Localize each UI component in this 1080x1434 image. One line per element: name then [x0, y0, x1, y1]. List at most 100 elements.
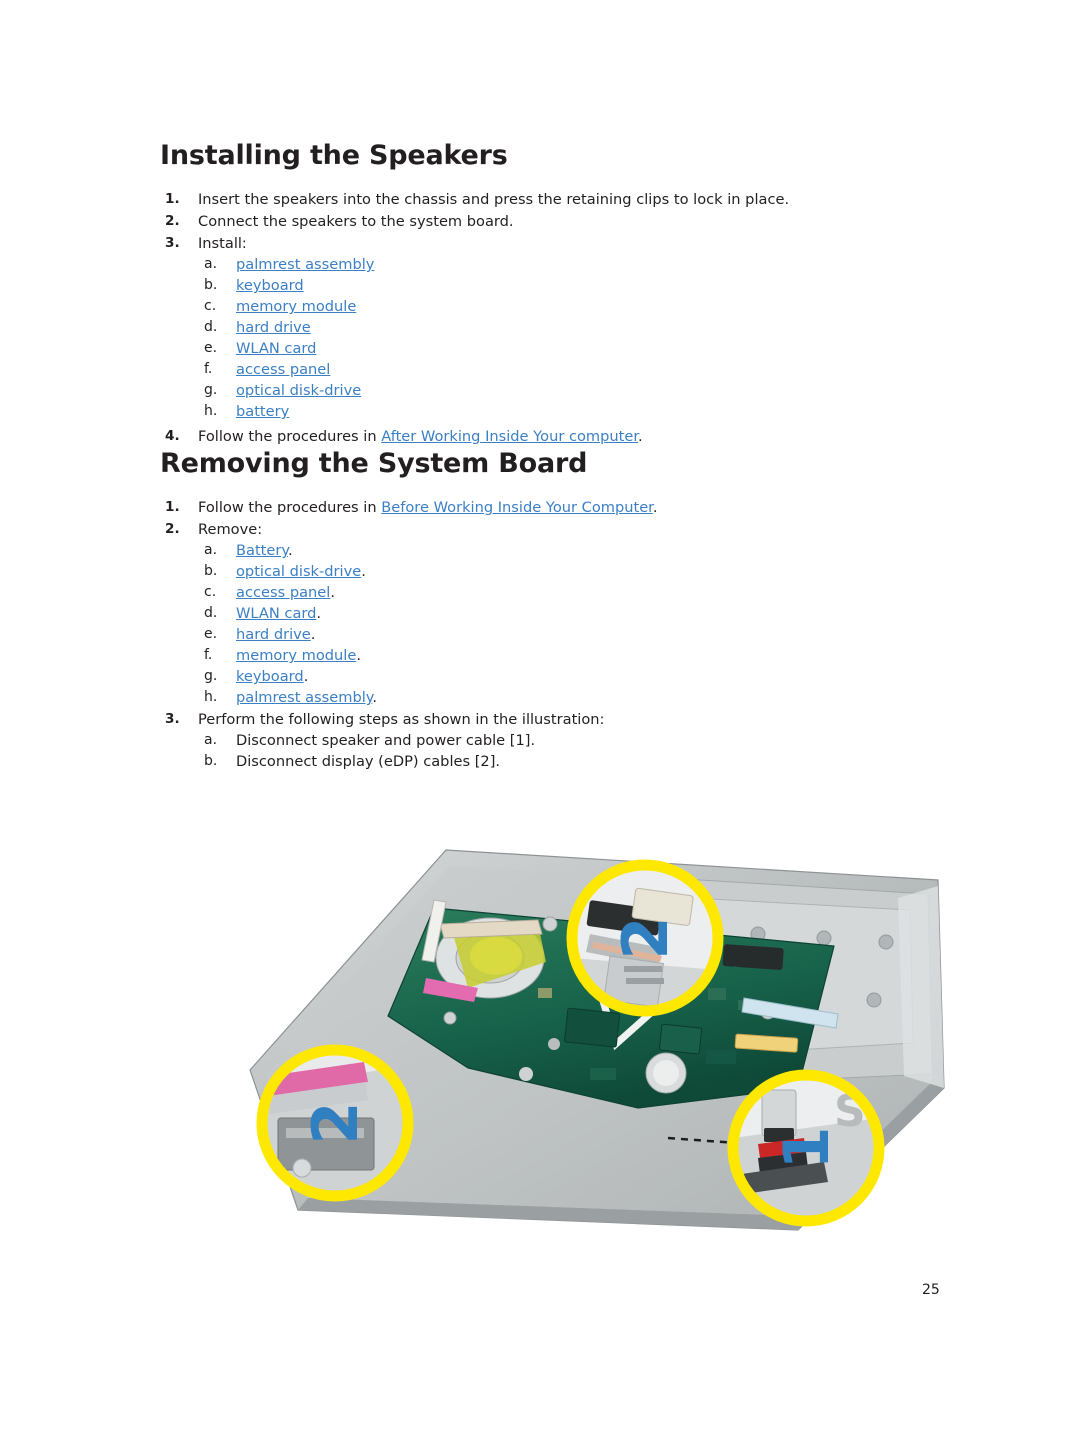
steps-list-installing-speakers: 1. Insert the speakers into the chassis …	[160, 189, 950, 447]
page-title-installing-speakers: Installing the Speakers	[160, 140, 508, 171]
sub-step-number: d.	[204, 605, 218, 621]
sub-step-number: c.	[204, 584, 217, 600]
sub-step-number: g.	[204, 668, 218, 684]
link-battery[interactable]: Battery	[236, 542, 288, 559]
callout-bubble-2-top: 2	[566, 859, 724, 1017]
step-text: Install:	[198, 235, 247, 252]
sub-steps-list-illustration: a. Disconnect speaker and power cable [1…	[198, 730, 950, 772]
sub-step-item: b. keyboard	[198, 275, 950, 296]
sub-step-number: c.	[204, 298, 217, 314]
sub-step-number: a.	[204, 256, 218, 272]
sub-step-item: a. palmrest assembly	[198, 254, 950, 275]
step-lead-text: Follow the procedures in	[198, 499, 382, 516]
sub-step-item: g. keyboard.	[198, 666, 950, 687]
sub-step-tail: .	[310, 626, 316, 643]
sub-step-item: d. WLAN card.	[198, 603, 950, 624]
steps-list-removing-system-board: 1. Follow the procedures in Before Worki…	[160, 497, 950, 772]
link-keyboard[interactable]: keyboard	[236, 277, 304, 294]
page-number: 25	[922, 1282, 940, 1298]
sub-step-number: a.	[204, 542, 218, 558]
sub-step-text: Disconnect speaker and power cable [1].	[236, 732, 536, 749]
sub-step-tail: .	[330, 584, 335, 601]
sub-step-item: b. optical disk-drive.	[198, 561, 950, 582]
callout-label-2-bottom: 2	[299, 1101, 372, 1144]
step-item: 4. Follow the procedures in After Workin…	[160, 426, 950, 447]
sub-step-text: Disconnect display (eDP) cables [2].	[236, 753, 501, 770]
link-optical-disk-drive[interactable]: optical disk-drive	[236, 382, 361, 399]
link-before-working-inside-your-computer[interactable]: Before Working Inside Your Computer	[381, 499, 653, 516]
sub-step-number: d.	[204, 319, 218, 335]
step-tail-text: .	[652, 499, 658, 516]
sub-step-number: g.	[204, 382, 218, 398]
step-text: Insert the speakers into the chassis and…	[198, 191, 790, 208]
step-number: 3.	[165, 711, 180, 727]
system-board-illustration: 2 2 SP 1	[238, 838, 953, 1243]
step-number: 2.	[165, 213, 180, 229]
step-text: Remove:	[198, 521, 263, 538]
sub-step-tail: .	[356, 647, 361, 664]
step-item: 1. Follow the procedures in Before Worki…	[160, 497, 950, 518]
sub-step-item: a. Disconnect speaker and power cable [1…	[198, 730, 950, 751]
step-item: 1. Insert the speakers into the chassis …	[160, 189, 950, 210]
step-item: 3. Install: a. palmrest assembly b. keyb…	[160, 233, 950, 422]
sub-steps-list-install: a. palmrest assembly b. keyboard c. memo…	[198, 254, 950, 422]
sub-step-tail: .	[303, 668, 309, 685]
sub-step-number: a.	[204, 732, 218, 748]
link-hard-drive[interactable]: hard drive	[236, 319, 311, 336]
sub-step-number: b.	[204, 563, 218, 579]
step-text: Perform the following steps as shown in …	[198, 711, 605, 728]
link-palmrest-assembly[interactable]: palmrest assembly	[236, 256, 374, 273]
sub-step-item: c. memory module	[198, 296, 950, 317]
step-number: 1.	[165, 191, 180, 207]
link-hard-drive[interactable]: hard drive	[236, 626, 311, 643]
step-number: 1.	[165, 499, 180, 515]
page-content: Installing the Speakers 1. Insert the sp…	[160, 140, 950, 773]
sub-step-item: e. hard drive.	[198, 624, 950, 645]
sub-step-tail: .	[287, 542, 293, 559]
step-tail-text: .	[638, 428, 643, 445]
sub-step-item: f. memory module.	[198, 645, 950, 666]
callout-label-1: 1	[770, 1126, 843, 1169]
sub-step-tail: .	[372, 689, 377, 706]
sub-step-number: h.	[204, 403, 218, 419]
sub-step-number: f.	[204, 647, 213, 663]
step-item: 3. Perform the following steps as shown …	[160, 709, 950, 772]
link-access-panel[interactable]: access panel	[236, 361, 330, 378]
sub-step-item: h. battery	[198, 401, 950, 422]
step-item: 2. Connect the speakers to the system bo…	[160, 211, 950, 232]
illustration-svg: 2 2 SP 1	[249, 849, 945, 1231]
callout-bubble-2-bottom: 2	[256, 1044, 414, 1202]
sub-step-number: f.	[204, 361, 213, 377]
sub-step-tail: .	[361, 563, 366, 580]
sub-step-number: b.	[204, 753, 218, 769]
link-palmrest-assembly[interactable]: palmrest assembly	[236, 689, 372, 706]
link-battery[interactable]: battery	[236, 403, 289, 420]
link-wlan-card[interactable]: WLAN card	[236, 340, 316, 357]
step-item: 2. Remove: a. Battery. b. optical disk-d…	[160, 519, 950, 708]
sub-step-item: g. optical disk-drive	[198, 380, 950, 401]
sub-step-number: e.	[204, 340, 218, 356]
link-after-working-inside-your-computer[interactable]: After Working Inside Your computer	[381, 428, 638, 445]
link-memory-module[interactable]: memory module	[236, 647, 356, 664]
sub-step-item: h. palmrest assembly.	[198, 687, 950, 708]
step-text: Connect the speakers to the system board…	[198, 213, 514, 230]
link-optical-disk-drive[interactable]: optical disk-drive	[236, 563, 361, 580]
document-page: Installing the Speakers 1. Insert the sp…	[0, 0, 1080, 1434]
sub-step-item: b. Disconnect display (eDP) cables [2].	[198, 751, 950, 772]
sub-step-number: e.	[204, 626, 218, 642]
sub-step-item: d. hard drive	[198, 317, 950, 338]
sub-steps-list-remove: a. Battery. b. optical disk-drive. c. ac…	[198, 540, 950, 708]
sub-step-item: e. WLAN card	[198, 338, 950, 359]
page-title-removing-system-board: Removing the System Board	[160, 448, 588, 479]
link-wlan-card[interactable]: WLAN card	[236, 605, 316, 622]
step-number: 4.	[165, 428, 180, 444]
link-access-panel[interactable]: access panel	[236, 584, 330, 601]
step-number: 2.	[165, 521, 180, 537]
link-keyboard[interactable]: keyboard	[236, 668, 304, 685]
link-memory-module[interactable]: memory module	[236, 298, 356, 315]
sub-step-item: f. access panel	[198, 359, 950, 380]
callout-label-2-top: 2	[609, 916, 682, 959]
sub-step-tail: .	[316, 605, 322, 622]
sub-step-number: b.	[204, 277, 218, 293]
sub-step-number: h.	[204, 689, 218, 705]
